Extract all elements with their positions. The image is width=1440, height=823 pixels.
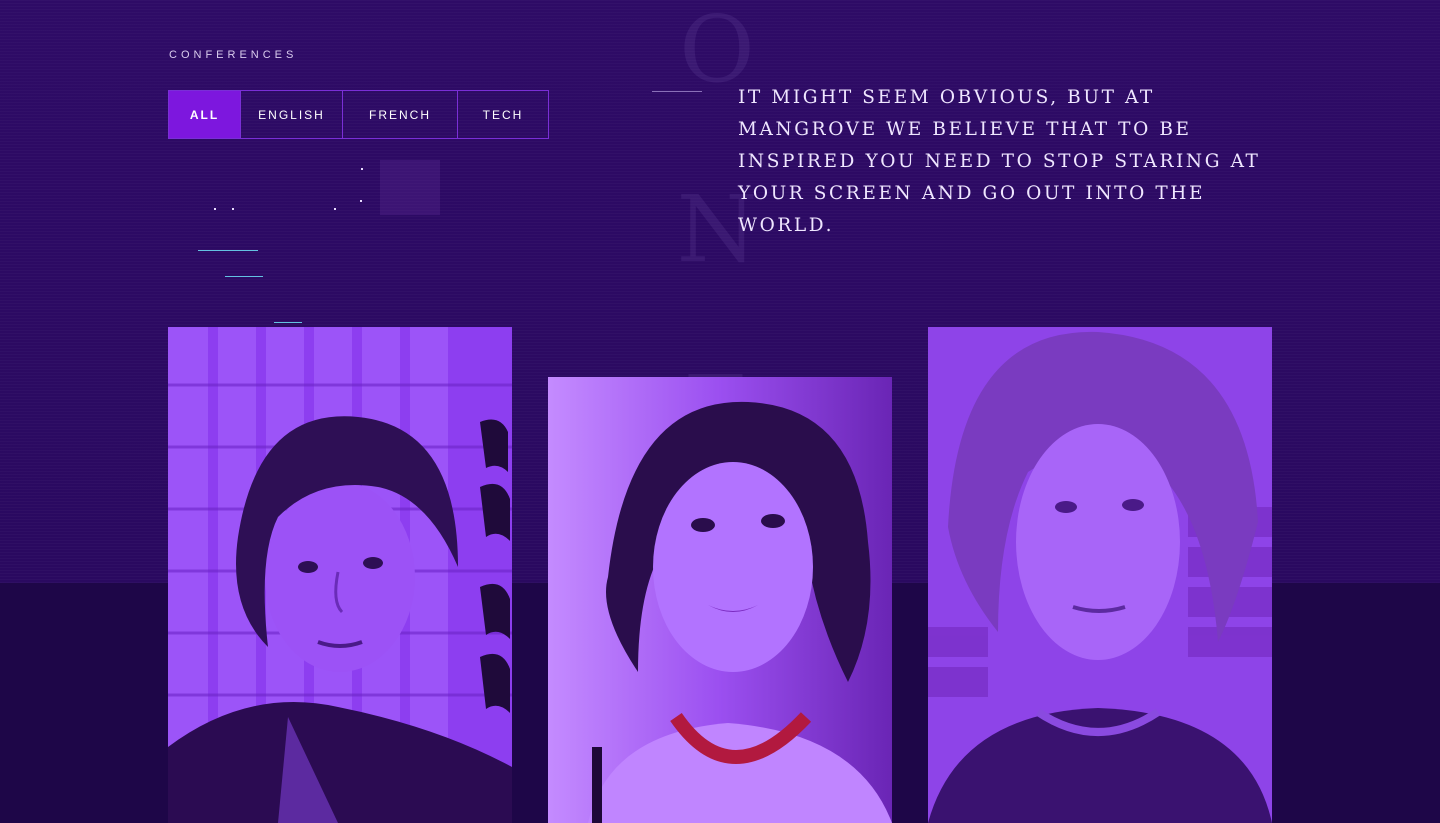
- speaker-photo-man-dark-hair: [168, 327, 512, 823]
- glitch-dot: [361, 168, 363, 170]
- section-label: CONFERENCES: [169, 49, 298, 61]
- glitch-dot: [360, 200, 362, 202]
- intro-quote: It might seem obvious, but at Mangrove w…: [738, 87, 1261, 236]
- filter-tab-all[interactable]: ALL: [169, 91, 241, 138]
- glitch-dot: [232, 208, 234, 210]
- speaker-card[interactable]: [928, 327, 1272, 823]
- glitch-artifact: [380, 160, 440, 215]
- filter-tab-english[interactable]: ENGLISH: [241, 91, 343, 138]
- speaker-photo-woman-short-hair: [548, 377, 892, 823]
- glitch-dot: [214, 208, 216, 210]
- speaker-card[interactable]: [168, 327, 512, 823]
- filter-tab-french[interactable]: FRENCH: [343, 91, 458, 138]
- filter-tab-tech[interactable]: TECH: [458, 91, 548, 138]
- glitch-line: [274, 322, 302, 323]
- quote-divider: [652, 91, 702, 92]
- glitch-line: [198, 250, 258, 251]
- glitch-line: [225, 276, 263, 277]
- speaker-photo-man-light-hair: [928, 327, 1272, 823]
- glitch-dot: [334, 208, 336, 210]
- speaker-card[interactable]: [548, 377, 892, 823]
- filter-tabs: ALL ENGLISH FRENCH TECH: [168, 90, 549, 139]
